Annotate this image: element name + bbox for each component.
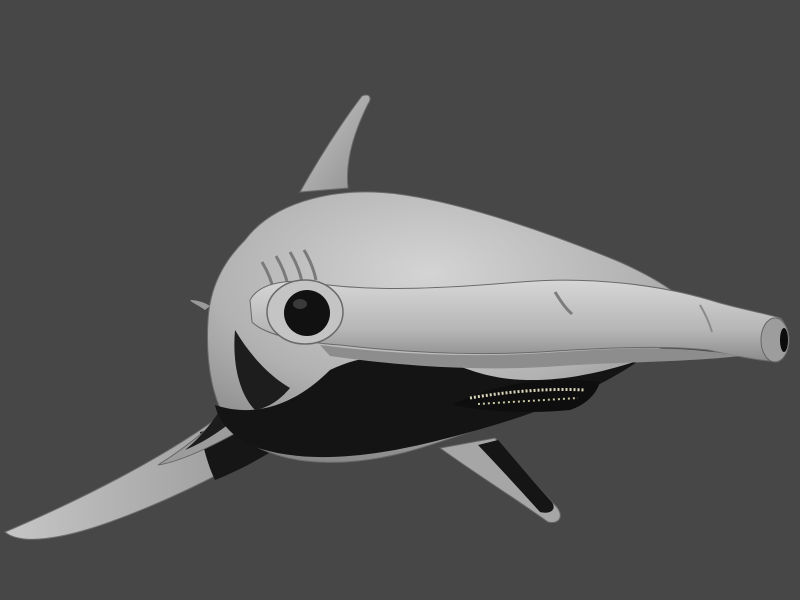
hammerhead-shark-render [4,94,790,540]
right-eye [760,317,790,363]
dorsal-fin [299,94,371,193]
pelvic-fin-tip [190,300,210,310]
right-pectoral-fin [438,437,561,524]
left-eye [266,279,344,345]
3d-viewport [0,0,800,600]
